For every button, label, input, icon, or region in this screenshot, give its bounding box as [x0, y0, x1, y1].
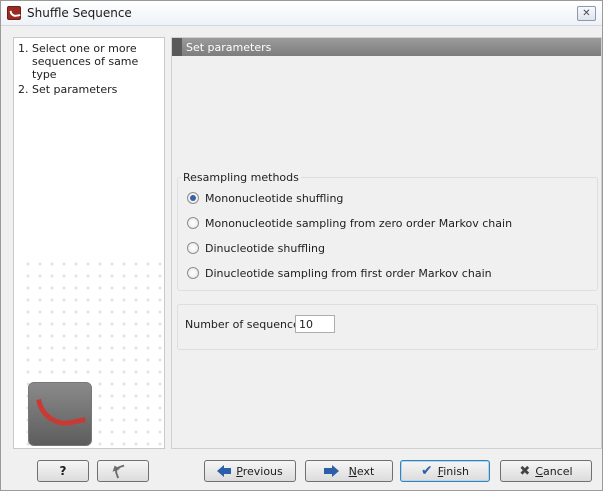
shuffle-sequence-dialog: Shuffle Sequence ✕ 1. Select one or more … — [0, 0, 603, 491]
next-button[interactable]: Next — [305, 460, 393, 482]
radio-label: Dinucleotide shuffling — [205, 241, 326, 255]
step-label: Set parameters — [32, 83, 118, 96]
resampling-methods-group: Resampling methods Mononucleotide shuffl… — [177, 171, 598, 291]
arrow-right-icon — [323, 465, 339, 477]
main-panel: Set parameters Resampling methods Mononu… — [171, 37, 602, 449]
finish-label: Finish — [437, 464, 470, 478]
x-icon: ✖ — [519, 463, 531, 479]
radio-label: Mononucleotide sampling from zero order … — [205, 216, 513, 230]
radio-button[interactable] — [187, 192, 199, 204]
help-button[interactable]: ? — [37, 460, 89, 482]
step-number: 2. — [18, 83, 29, 96]
header-notch — [172, 38, 182, 56]
sequence-count-group: Number of sequences: — [177, 304, 598, 350]
previous-label: Previous — [236, 464, 283, 478]
section-header: Set parameters — [172, 38, 601, 56]
step-item: 2. Set parameters — [18, 83, 160, 96]
radio-dinucleotide-shuffling[interactable]: Dinucleotide shuffling — [187, 240, 325, 256]
close-button[interactable]: ✕ — [577, 6, 596, 21]
help-icon: ? — [59, 464, 67, 478]
radio-label: Dinucleotide sampling from first order M… — [205, 266, 492, 280]
window-title: Shuffle Sequence — [27, 6, 132, 20]
radio-label: Mononucleotide shuffling — [205, 191, 344, 205]
radio-mononucleotide-markov[interactable]: Mononucleotide sampling from zero order … — [187, 215, 512, 231]
clc-logo-icon — [28, 382, 92, 446]
step-item: 1. Select one or more sequences of same t… — [18, 42, 160, 81]
checkmark-icon: ✔ — [420, 463, 433, 479]
radio-button[interactable] — [187, 267, 199, 279]
radio-button[interactable] — [187, 242, 199, 254]
number-of-sequences-input[interactable] — [295, 315, 335, 333]
wizard-steps-panel: 1. Select one or more sequences of same t… — [13, 37, 165, 449]
section-title: Set parameters — [186, 41, 272, 54]
cancel-label: Cancel — [535, 464, 573, 478]
cancel-button[interactable]: ✖ Cancel — [500, 460, 592, 482]
number-of-sequences-label: Number of sequences: — [185, 318, 310, 331]
steps-list: 1. Select one or more sequences of same t… — [14, 38, 164, 96]
app-logo-icon — [7, 6, 21, 20]
title-bar: Shuffle Sequence ✕ — [1, 1, 602, 26]
radio-dinucleotide-markov[interactable]: Dinucleotide sampling from first order M… — [187, 265, 492, 281]
undo-icon — [113, 463, 128, 479]
step-label: Select one or more sequences of same typ… — [32, 42, 139, 81]
logo-swoosh — [36, 390, 86, 432]
next-label: Next — [348, 464, 375, 478]
radio-button[interactable] — [187, 217, 199, 229]
radio-mononucleotide-shuffling[interactable]: Mononucleotide shuffling — [187, 190, 343, 206]
finish-button[interactable]: ✔ Finish — [400, 460, 490, 482]
previous-button[interactable]: Previous — [204, 460, 296, 482]
step-number: 1. — [18, 42, 29, 55]
arrow-left-icon — [217, 465, 232, 477]
resampling-group-title: Resampling methods — [181, 171, 301, 184]
restore-defaults-button[interactable] — [97, 460, 149, 482]
